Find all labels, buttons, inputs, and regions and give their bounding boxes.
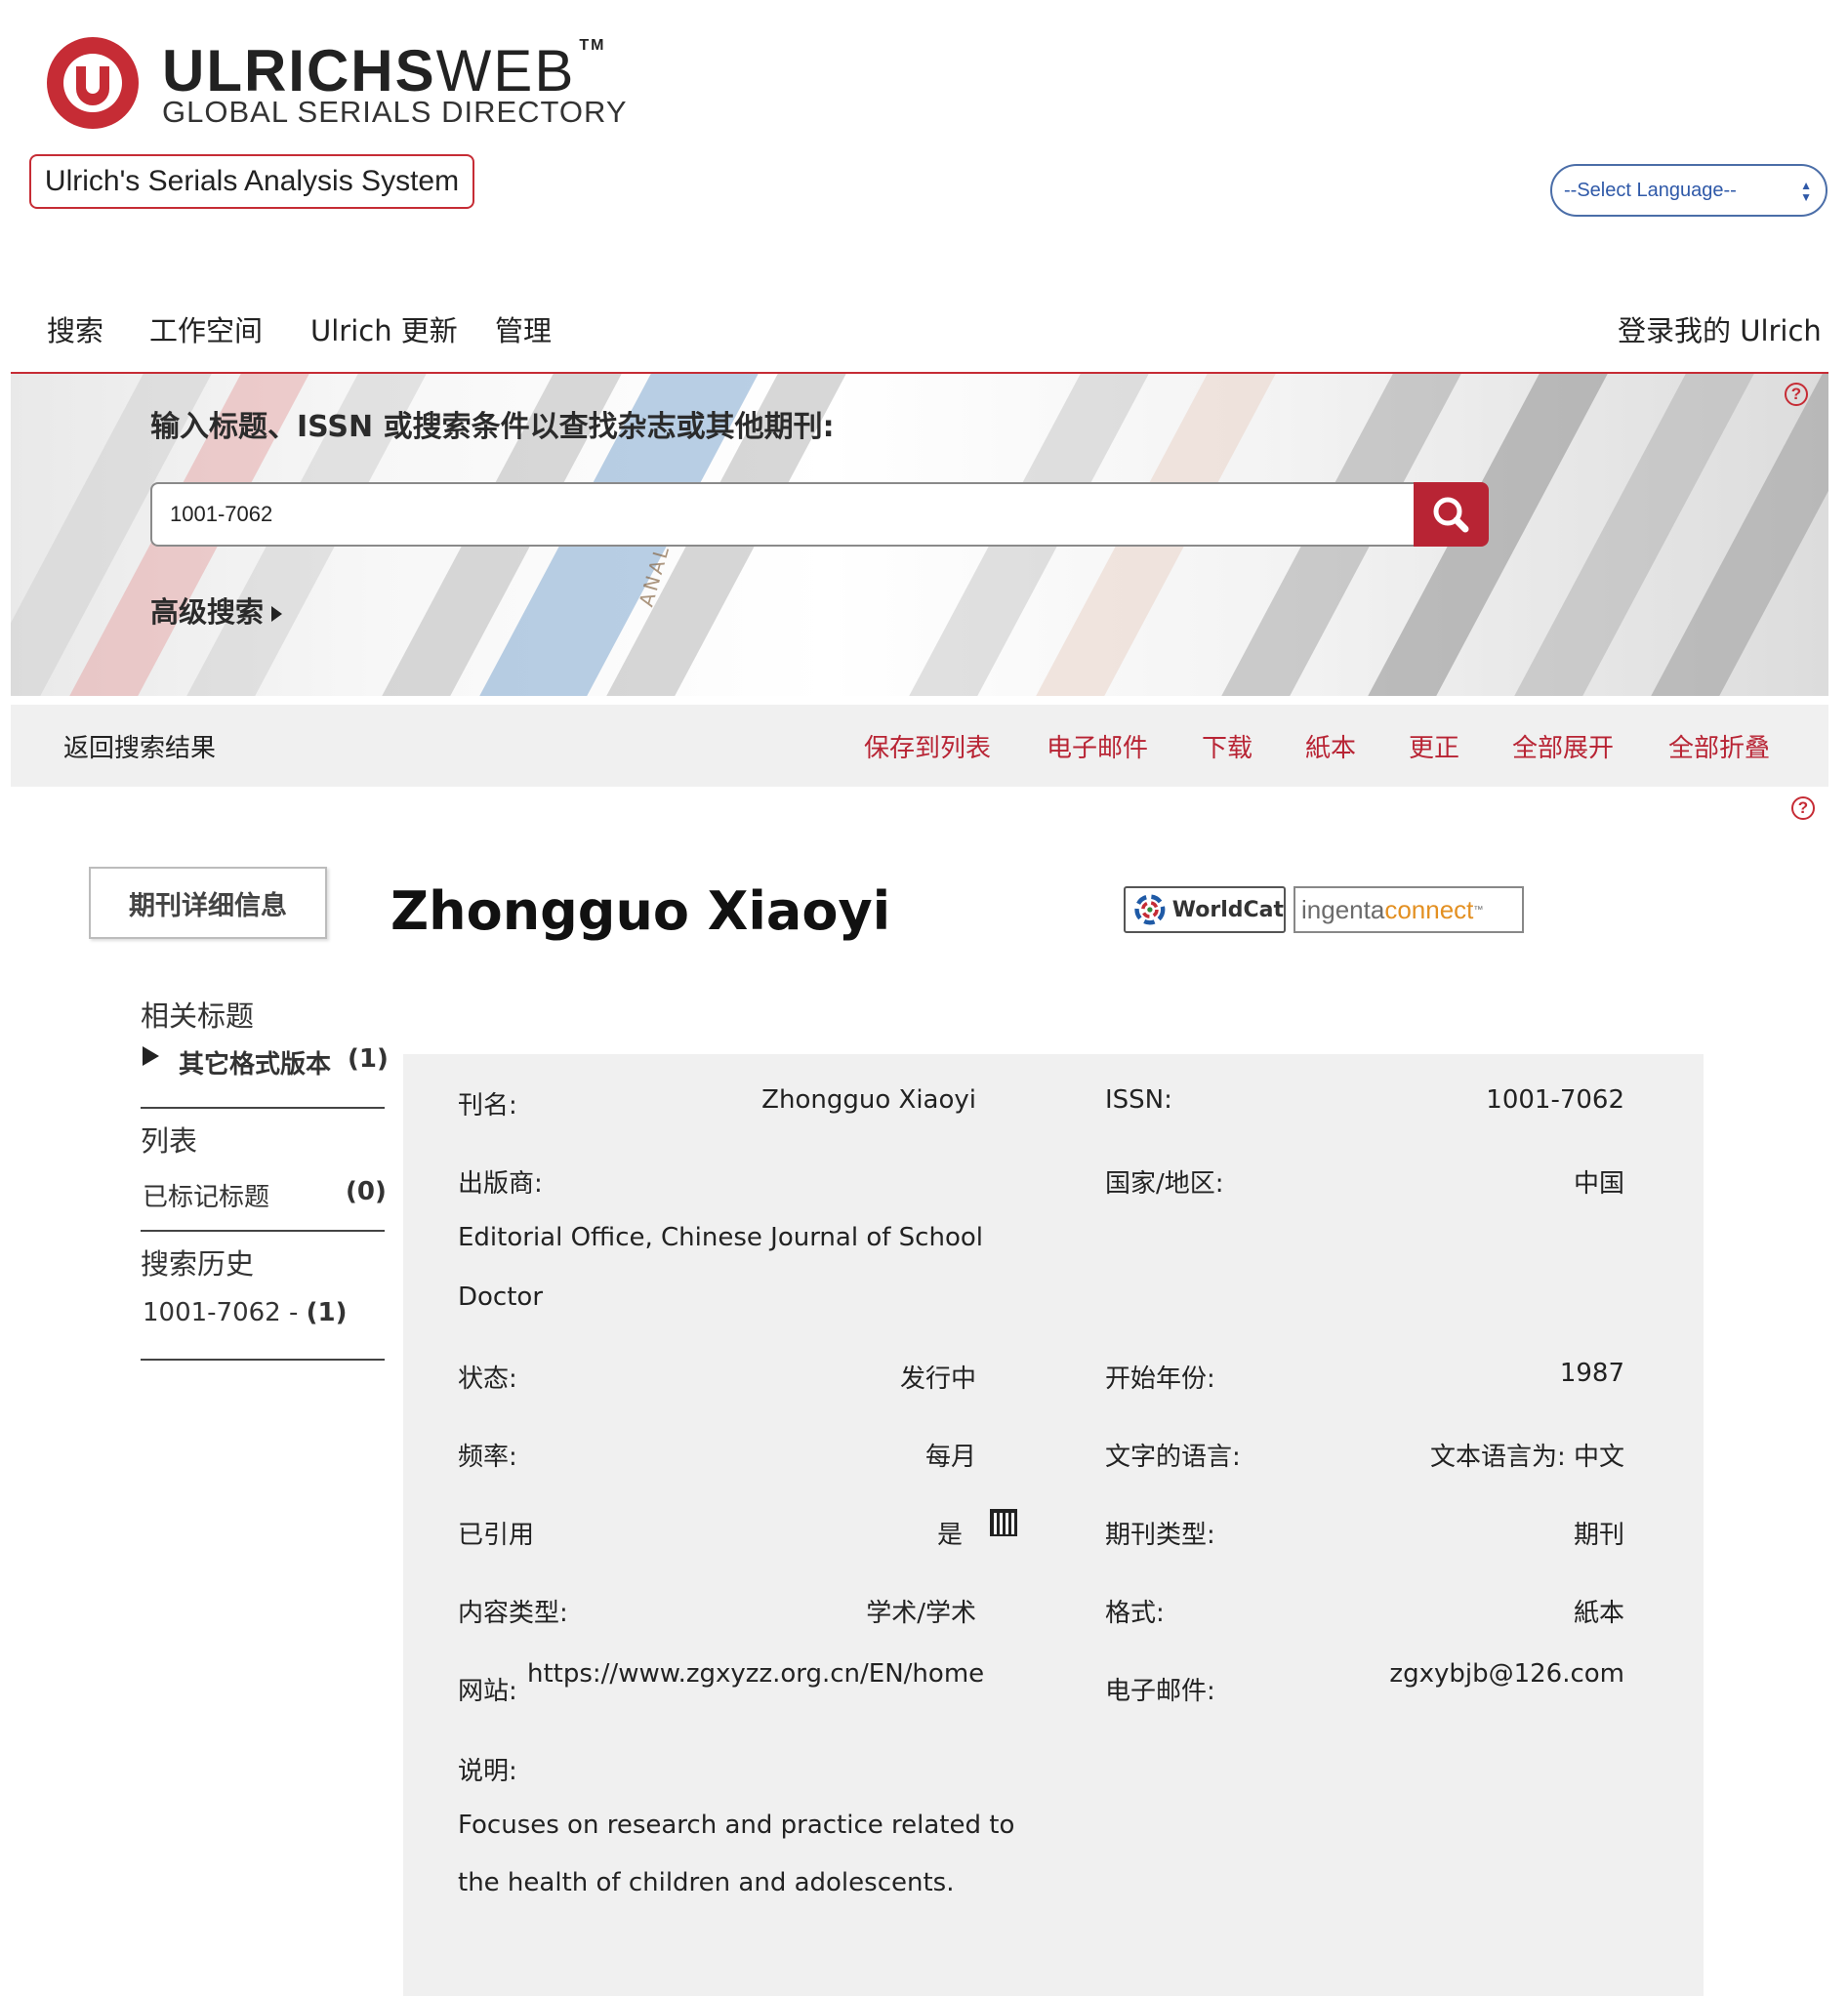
sidebar-divider (141, 1359, 385, 1361)
refereed-label: 已引用 (458, 1521, 535, 1550)
lists-heading: 列表 (141, 1124, 198, 1158)
text-language-value: 文本语言为: 中文 (1429, 1443, 1624, 1472)
print-link[interactable]: 紙本 (1305, 728, 1356, 764)
record-toolbar: 返回搜索结果 保存到列表 电子邮件 下载 紙本 更正 全部展开 全部折叠 (11, 705, 1828, 787)
website-label: 网站: (458, 1677, 517, 1706)
publisher-value-line1: Editorial Office, Chinese Journal of Sch… (458, 1223, 983, 1252)
content-type-value: 学术/学术 (866, 1599, 976, 1628)
title-value: Zhongguo Xiaoyi (761, 1085, 976, 1115)
refereed-value: 是 (936, 1521, 963, 1550)
description-line1: Focuses on research and practice related… (458, 1811, 1015, 1840)
format-value: 紙本 (1573, 1599, 1624, 1628)
email-link[interactable]: 电子邮件 (1047, 728, 1148, 764)
select-arrows-icon: ▲ ▼ (1800, 179, 1812, 204)
ingentaconnect-button[interactable]: ingenta connect ™ (1294, 886, 1524, 933)
serial-type-label: 期刊类型: (1105, 1521, 1215, 1550)
journal-title: Zhongguo Xiaoyi (390, 880, 891, 942)
search-history-heading: 搜索历史 (141, 1247, 255, 1281)
description-line2: the health of children and adolescents. (458, 1868, 955, 1897)
search-button[interactable] (1414, 482, 1489, 547)
country-value: 中国 (1573, 1169, 1624, 1199)
history-query: 1001-7062 - (143, 1298, 307, 1327)
text-language-label: 文字的语言: (1105, 1443, 1241, 1472)
top-nav: 搜索 工作空间 Ulrich 更新 管理 登录我的 Ulrich (0, 293, 1848, 371)
publisher-value-line2: Doctor (458, 1283, 544, 1312)
serials-analysis-button[interactable]: Ulrich's Serials Analysis System (29, 154, 474, 209)
ingenta-label: ingenta (1301, 894, 1385, 924)
refereed-book-icon (988, 1507, 1019, 1542)
ingenta-tm: ™ (1473, 904, 1484, 916)
other-formats-count: (1) (348, 1044, 389, 1074)
related-titles-heading: 相关标题 (141, 999, 255, 1033)
sidebar-divider (141, 1107, 385, 1109)
worldcat-icon (1134, 894, 1166, 925)
title-label: 刊名: (458, 1091, 517, 1120)
help-icon[interactable]: ? (1791, 796, 1815, 820)
country-label: 国家/地区: (1105, 1169, 1224, 1199)
ingenta-connect-label: connect (1384, 894, 1474, 924)
status-value: 发行中 (899, 1365, 976, 1394)
advanced-search-link[interactable]: 高级搜索 (150, 590, 283, 631)
publisher-label: 出版商: (458, 1169, 543, 1199)
back-to-results-link[interactable]: 返回搜索结果 (63, 728, 216, 764)
search-history-item[interactable]: 1001-7062 - (1) (143, 1298, 348, 1327)
nav-workspace[interactable]: 工作空间 (149, 308, 263, 349)
content-type-label: 内容类型: (458, 1599, 568, 1628)
issn-value: 1001-7062 (1486, 1085, 1624, 1115)
language-select-value: --Select Language-- (1564, 179, 1737, 201)
correct-link[interactable]: 更正 (1409, 728, 1459, 764)
issn-label: ISSN: (1105, 1085, 1172, 1115)
email-link[interactable]: zgxybjb@126.com (1347, 1659, 1624, 1689)
history-count: (1) (306, 1298, 348, 1327)
ulrichsweb-logo-icon[interactable] (47, 37, 139, 129)
frequency-value: 每月 (924, 1443, 976, 1472)
nav-updates[interactable]: Ulrich 更新 (310, 308, 458, 349)
email-label: 电子邮件: (1105, 1677, 1215, 1706)
worldcat-button[interactable]: WorldCat (1124, 886, 1286, 933)
nav-admin[interactable]: 管理 (495, 308, 552, 349)
format-label: 格式: (1105, 1599, 1165, 1628)
triangle-right-icon (271, 606, 283, 622)
other-formats-link[interactable]: 其它格式版本 (179, 1044, 331, 1080)
search-icon (1433, 497, 1469, 533)
expand-all-link[interactable]: 全部展开 (1512, 728, 1614, 764)
sidebar-divider (141, 1230, 385, 1232)
worldcat-label: WorldCat (1171, 897, 1284, 922)
language-select[interactable]: --Select Language-- ▲ ▼ (1550, 164, 1827, 217)
advanced-search-label: 高级搜索 (150, 595, 265, 629)
download-link[interactable]: 下载 (1202, 728, 1253, 764)
nav-login[interactable]: 登录我的 Ulrich (1618, 308, 1822, 349)
logo-subtitle: GLOBAL SERIALS DIRECTORY (162, 95, 628, 129)
search-input[interactable]: 1001-7062 (150, 482, 1416, 547)
collapse-all-link[interactable]: 全部折叠 (1668, 728, 1770, 764)
status-label: 状态: (458, 1365, 517, 1394)
website-link[interactable]: https://www.zgxyzz.org.cn/EN/home (527, 1659, 984, 1689)
start-year-label: 开始年份: (1105, 1365, 1215, 1394)
nav-search[interactable]: 搜索 (47, 308, 103, 349)
search-prompt: 输入标题、ISSN 或搜索条件以查找杂志或其他期刊: (150, 410, 835, 444)
marked-titles-count: (0) (346, 1177, 387, 1206)
help-icon[interactable]: ? (1785, 383, 1808, 406)
tab-journal-details[interactable]: 期刊详细信息 (89, 867, 327, 939)
start-year-value: 1987 (1559, 1359, 1624, 1388)
frequency-label: 频率: (458, 1443, 517, 1472)
description-label: 说明: (458, 1757, 517, 1786)
save-to-list-link[interactable]: 保存到列表 (864, 728, 991, 764)
marked-titles-link[interactable]: 已标记标题 (143, 1177, 269, 1213)
expand-triangle-icon[interactable] (143, 1046, 159, 1066)
serial-type-value: 期刊 (1573, 1521, 1624, 1550)
